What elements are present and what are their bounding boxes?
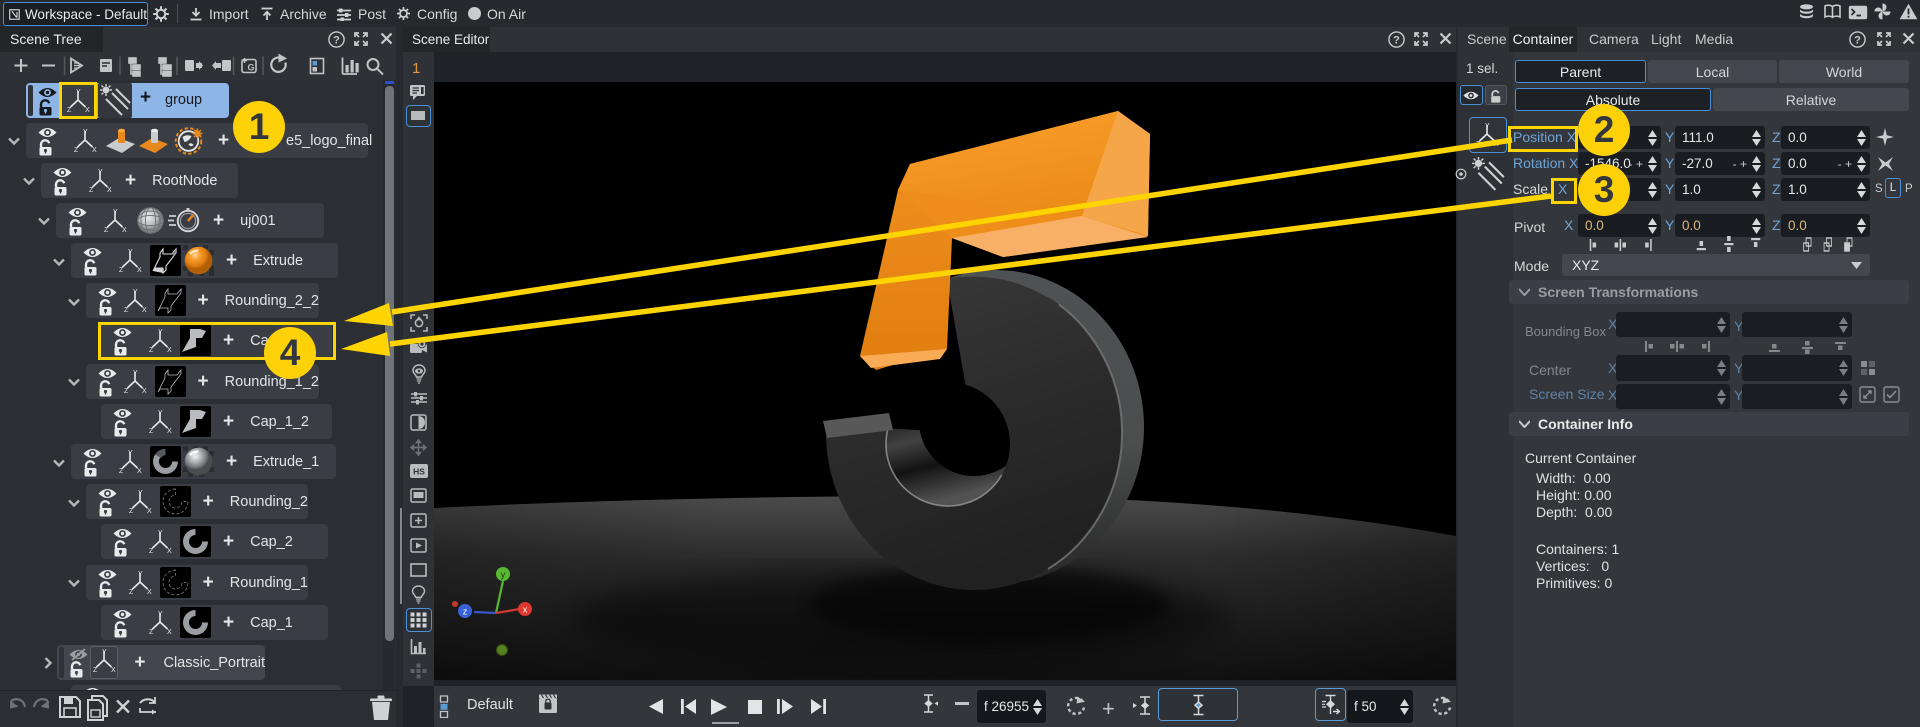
- svg-text:X: X: [142, 307, 147, 314]
- svg-text:X: X: [1494, 141, 1499, 148]
- svg-text:X: X: [167, 629, 172, 636]
- svg-text:Z: Z: [74, 147, 79, 154]
- svg-text:HS: HS: [413, 467, 425, 477]
- svg-text:y: y: [501, 570, 506, 580]
- svg-text:Z: Z: [149, 428, 154, 435]
- svg-text:Z: Z: [129, 508, 134, 515]
- svg-text:X: X: [147, 589, 152, 596]
- svg-text:Y: Y: [158, 530, 163, 537]
- svg-text:Z: Z: [67, 107, 72, 114]
- svg-text:x: x: [523, 605, 528, 615]
- svg-text:Z: Z: [1476, 141, 1481, 148]
- svg-text:X: X: [137, 267, 142, 274]
- svg-text:Y: Y: [138, 490, 143, 497]
- svg-text:Y: Y: [102, 649, 107, 656]
- svg-text:Z: Z: [149, 629, 154, 636]
- svg-text:?: ?: [1854, 34, 1861, 46]
- svg-text:X: X: [167, 428, 172, 435]
- svg-text:Z: Z: [129, 589, 134, 596]
- svg-text:X: X: [167, 548, 172, 555]
- svg-text:?: ?: [333, 34, 340, 46]
- svg-text:X: X: [92, 147, 97, 154]
- svg-text:Y: Y: [128, 450, 133, 457]
- svg-text:Y: Y: [76, 89, 81, 96]
- svg-text:X: X: [111, 667, 116, 674]
- svg-text:Z: Z: [149, 548, 154, 555]
- svg-text:Y: Y: [158, 611, 163, 618]
- svg-text:X: X: [137, 468, 142, 475]
- svg-text:Y: Y: [113, 209, 118, 216]
- svg-text:Z: Z: [89, 187, 94, 194]
- svg-text:Y: Y: [158, 410, 163, 417]
- svg-text:Z: Z: [119, 267, 124, 274]
- svg-text:?: ?: [1393, 34, 1400, 46]
- svg-text:Z: Z: [119, 468, 124, 475]
- svg-text:Y: Y: [83, 129, 88, 136]
- svg-text:X: X: [142, 388, 147, 395]
- svg-text:Y: Y: [138, 571, 143, 578]
- svg-text:z: z: [463, 607, 468, 617]
- svg-text:Z: Z: [149, 347, 154, 354]
- svg-text:Y: Y: [128, 249, 133, 256]
- svg-text:Z: Z: [124, 307, 129, 314]
- svg-text:Z: Z: [124, 388, 129, 395]
- svg-text:Y: Y: [133, 370, 138, 377]
- svg-text:Y: Y: [98, 169, 103, 176]
- svg-text:Y: Y: [158, 329, 163, 336]
- svg-text:Y: Y: [1485, 123, 1490, 130]
- svg-text:X: X: [167, 347, 172, 354]
- svg-text:Z: Z: [93, 667, 98, 674]
- svg-text:Z: Z: [104, 227, 109, 234]
- svg-text:X: X: [122, 227, 127, 234]
- svg-text:X: X: [107, 187, 112, 194]
- svg-text:X: X: [85, 107, 90, 114]
- svg-text:G: G: [247, 63, 254, 73]
- svg-text:Y: Y: [133, 289, 138, 296]
- svg-text:X: X: [147, 508, 152, 515]
